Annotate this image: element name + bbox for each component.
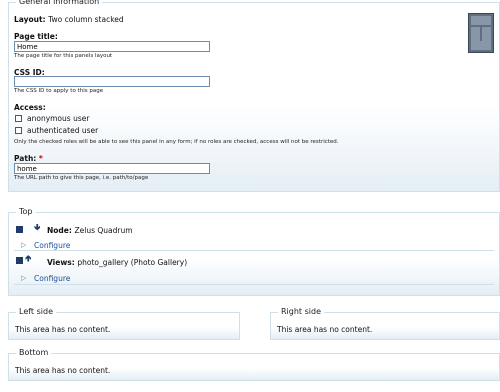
- triangle-right-icon[interactable]: ▷: [21, 274, 26, 282]
- pane-title-views: photo_gallery (Photo Gallery): [77, 258, 188, 267]
- left-side-legend: Left side: [16, 306, 56, 318]
- bottom-legend: Bottom: [16, 347, 52, 359]
- checkbox-label-anonymous-user: anonymous user: [27, 114, 90, 123]
- configure-link-node[interactable]: Configure: [34, 241, 70, 250]
- checkbox-authenticated-user[interactable]: [15, 127, 22, 134]
- required-marker: *: [38, 154, 43, 163]
- pane-type-node: Node:: [47, 226, 72, 235]
- checkbox-anonymous-user[interactable]: [15, 115, 22, 122]
- configure-link-views[interactable]: Configure: [34, 274, 70, 283]
- pane-title-node: Zelus Quadrum: [74, 226, 133, 235]
- checkbox-label-authenticated-user: authenticated user: [27, 126, 99, 135]
- path-label: Path:: [14, 154, 37, 163]
- top-region-legend: Top: [16, 206, 36, 218]
- general-information-legend: General information: [16, 0, 103, 8]
- pane-separator: [14, 250, 494, 251]
- pane-separator: [14, 284, 494, 285]
- arrow-down-icon[interactable]: 🢃: [34, 224, 40, 233]
- path-label-row: Path: *: [14, 154, 43, 163]
- pane-icon[interactable]: [16, 226, 23, 233]
- access-label: Access:: [14, 103, 46, 112]
- left-side-empty-text: This area has no content.: [15, 325, 111, 334]
- pane-views-row: Views: photo_gallery (Photo Gallery): [47, 258, 187, 267]
- two-column-stacked-layout-icon: [468, 13, 494, 53]
- bottom-empty-text: This area has no content.: [15, 366, 111, 375]
- layout-value: Two column stacked: [48, 15, 124, 24]
- path-input[interactable]: [14, 163, 210, 174]
- css-id-input[interactable]: [14, 76, 210, 87]
- css-id-description: The CSS ID to apply to this page: [14, 88, 104, 94]
- page-title-input[interactable]: [14, 41, 210, 52]
- layout-label: Layout:: [14, 15, 46, 24]
- pane-icon[interactable]: [16, 257, 23, 264]
- right-side-legend: Right side: [278, 306, 324, 318]
- page-title-description: The page title for this panels layout: [14, 53, 113, 59]
- pane-type-views: Views:: [47, 258, 75, 267]
- right-side-empty-text: This area has no content.: [277, 325, 373, 334]
- layout-row: Layout: Two column stacked: [14, 15, 124, 24]
- page-title-label: Page title:: [14, 32, 58, 41]
- path-description: The URL path to give this page, i.e. pat…: [14, 175, 149, 181]
- pane-node-row: Node: Zelus Quadrum: [47, 226, 133, 235]
- access-description: Only the checked roles will be able to s…: [14, 139, 339, 145]
- arrow-up-icon[interactable]: 🢁: [25, 255, 31, 264]
- triangle-right-icon[interactable]: ▷: [21, 241, 26, 249]
